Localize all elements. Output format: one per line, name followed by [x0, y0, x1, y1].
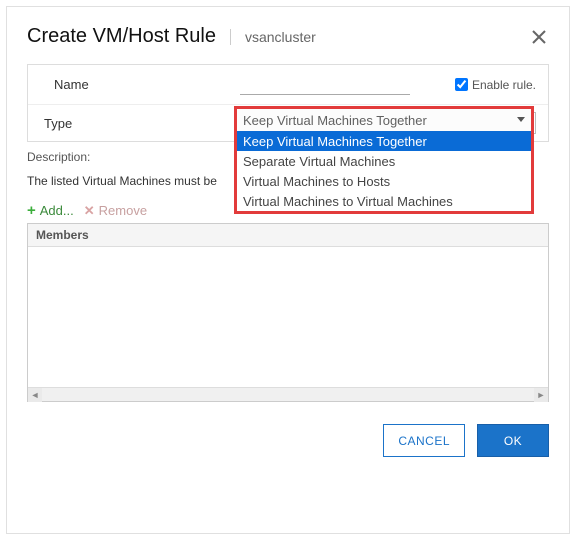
dialog-title: Create VM/Host Rule: [27, 25, 216, 48]
ok-button[interactable]: OK: [477, 424, 549, 457]
remove-button: ✕ Remove: [84, 203, 147, 219]
cluster-name: vsancluster: [230, 29, 316, 45]
type-dropdown-selected[interactable]: Keep Virtual Machines Together: [237, 109, 531, 131]
enable-label: Enable rule.: [472, 78, 536, 92]
scroll-left-icon[interactable]: ◄: [28, 388, 42, 402]
cancel-button[interactable]: CANCEL: [383, 424, 465, 457]
add-button[interactable]: + Add...: [27, 202, 74, 219]
cancel-label: CANCEL: [398, 434, 450, 448]
name-input[interactable]: [240, 75, 410, 95]
dialog-footer: CANCEL OK: [27, 424, 549, 457]
type-option-vm-to-vm[interactable]: Virtual Machines to Virtual Machines: [237, 191, 531, 211]
scroll-right-icon[interactable]: ►: [534, 388, 548, 402]
name-row: Name Enable rule.: [28, 65, 548, 105]
close-icon[interactable]: [529, 27, 549, 47]
type-label: Type: [40, 116, 240, 131]
chevron-down-icon: Keep Virtual Machines Together: [243, 113, 427, 128]
type-option-separate[interactable]: Separate Virtual Machines: [237, 151, 531, 171]
add-label: Add...: [40, 203, 74, 218]
enable-checkbox-input[interactable]: [455, 78, 468, 91]
x-icon: ✕: [84, 203, 95, 219]
horizontal-scrollbar[interactable]: ◄ ►: [28, 387, 548, 401]
type-option-keep-together[interactable]: Keep Virtual Machines Together: [237, 131, 531, 151]
type-dropdown-open: Keep Virtual Machines Together Keep Virt…: [234, 106, 534, 214]
members-header: Members: [28, 224, 548, 247]
members-panel: Members ◄ ►: [27, 223, 549, 402]
enable-rule-checkbox[interactable]: Enable rule.: [455, 78, 536, 92]
create-rule-dialog: Create VM/Host Rule vsancluster Name Ena…: [6, 6, 570, 534]
ok-label: OK: [504, 434, 522, 448]
name-label: Name: [40, 77, 240, 92]
type-option-vm-to-hosts[interactable]: Virtual Machines to Hosts: [237, 171, 531, 191]
plus-icon: +: [27, 202, 36, 219]
dialog-header: Create VM/Host Rule vsancluster: [27, 25, 549, 48]
remove-label: Remove: [99, 203, 147, 218]
members-list[interactable]: [28, 247, 548, 387]
